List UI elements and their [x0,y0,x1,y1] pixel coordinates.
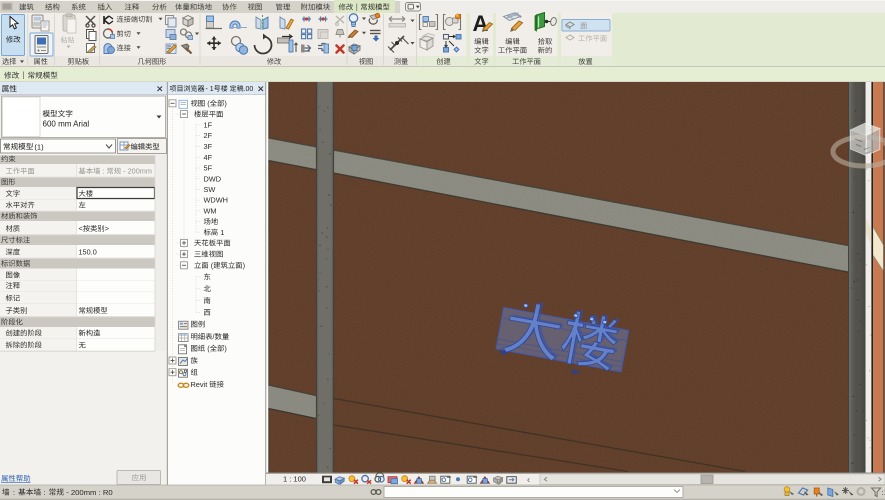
svg-text:|: | [23,71,25,80]
svg-text::1: :1 [882,488,885,497]
svg-text:.00: .00 [244,86,254,93]
svg-text:|: | [356,2,358,11]
svg-text:SW: SW [204,185,216,194]
svg-text:- 200mm: - 200mm [121,167,152,176]
svg-text:600 mm Arial: 600 mm Arial [43,120,90,129]
svg-text:- 200mm : R0: - 200mm : R0 [64,488,113,497]
svg-text:WM: WM [204,206,217,215]
svg-text:<: < [79,224,83,233]
svg-text:(: ( [209,261,214,270]
svg-text:‹: ‹ [527,474,530,484]
svg-text:2F: 2F [204,131,213,140]
svg-text:4F: 4F [204,153,213,162]
svg-text:Revit: Revit [191,380,210,389]
svg-text:DWD: DWD [204,174,222,183]
svg-text::: : [11,488,17,497]
svg-text:5F: 5F [204,164,213,173]
svg-text::: : [100,167,106,176]
svg-text:1F: 1F [204,120,213,129]
svg-text:WDWH: WDWH [204,196,228,205]
svg-text:3F: 3F [204,142,213,151]
svg-text:): ) [224,99,226,108]
svg-text:A: A [473,11,489,36]
svg-text:): ) [224,344,226,353]
svg-text:): ) [243,261,245,270]
svg-text:1: 1 [218,228,224,237]
svg-text:1 : 100: 1 : 100 [283,474,306,483]
svg-text:(: ( [205,99,210,108]
svg-text:- 1: - 1 [206,86,214,93]
svg-text:(1): (1) [34,142,44,151]
svg-text::: : [41,488,47,497]
svg-text:(: ( [205,344,210,353]
svg-text:150.0: 150.0 [79,248,97,257]
svg-text:>: > [105,224,109,233]
